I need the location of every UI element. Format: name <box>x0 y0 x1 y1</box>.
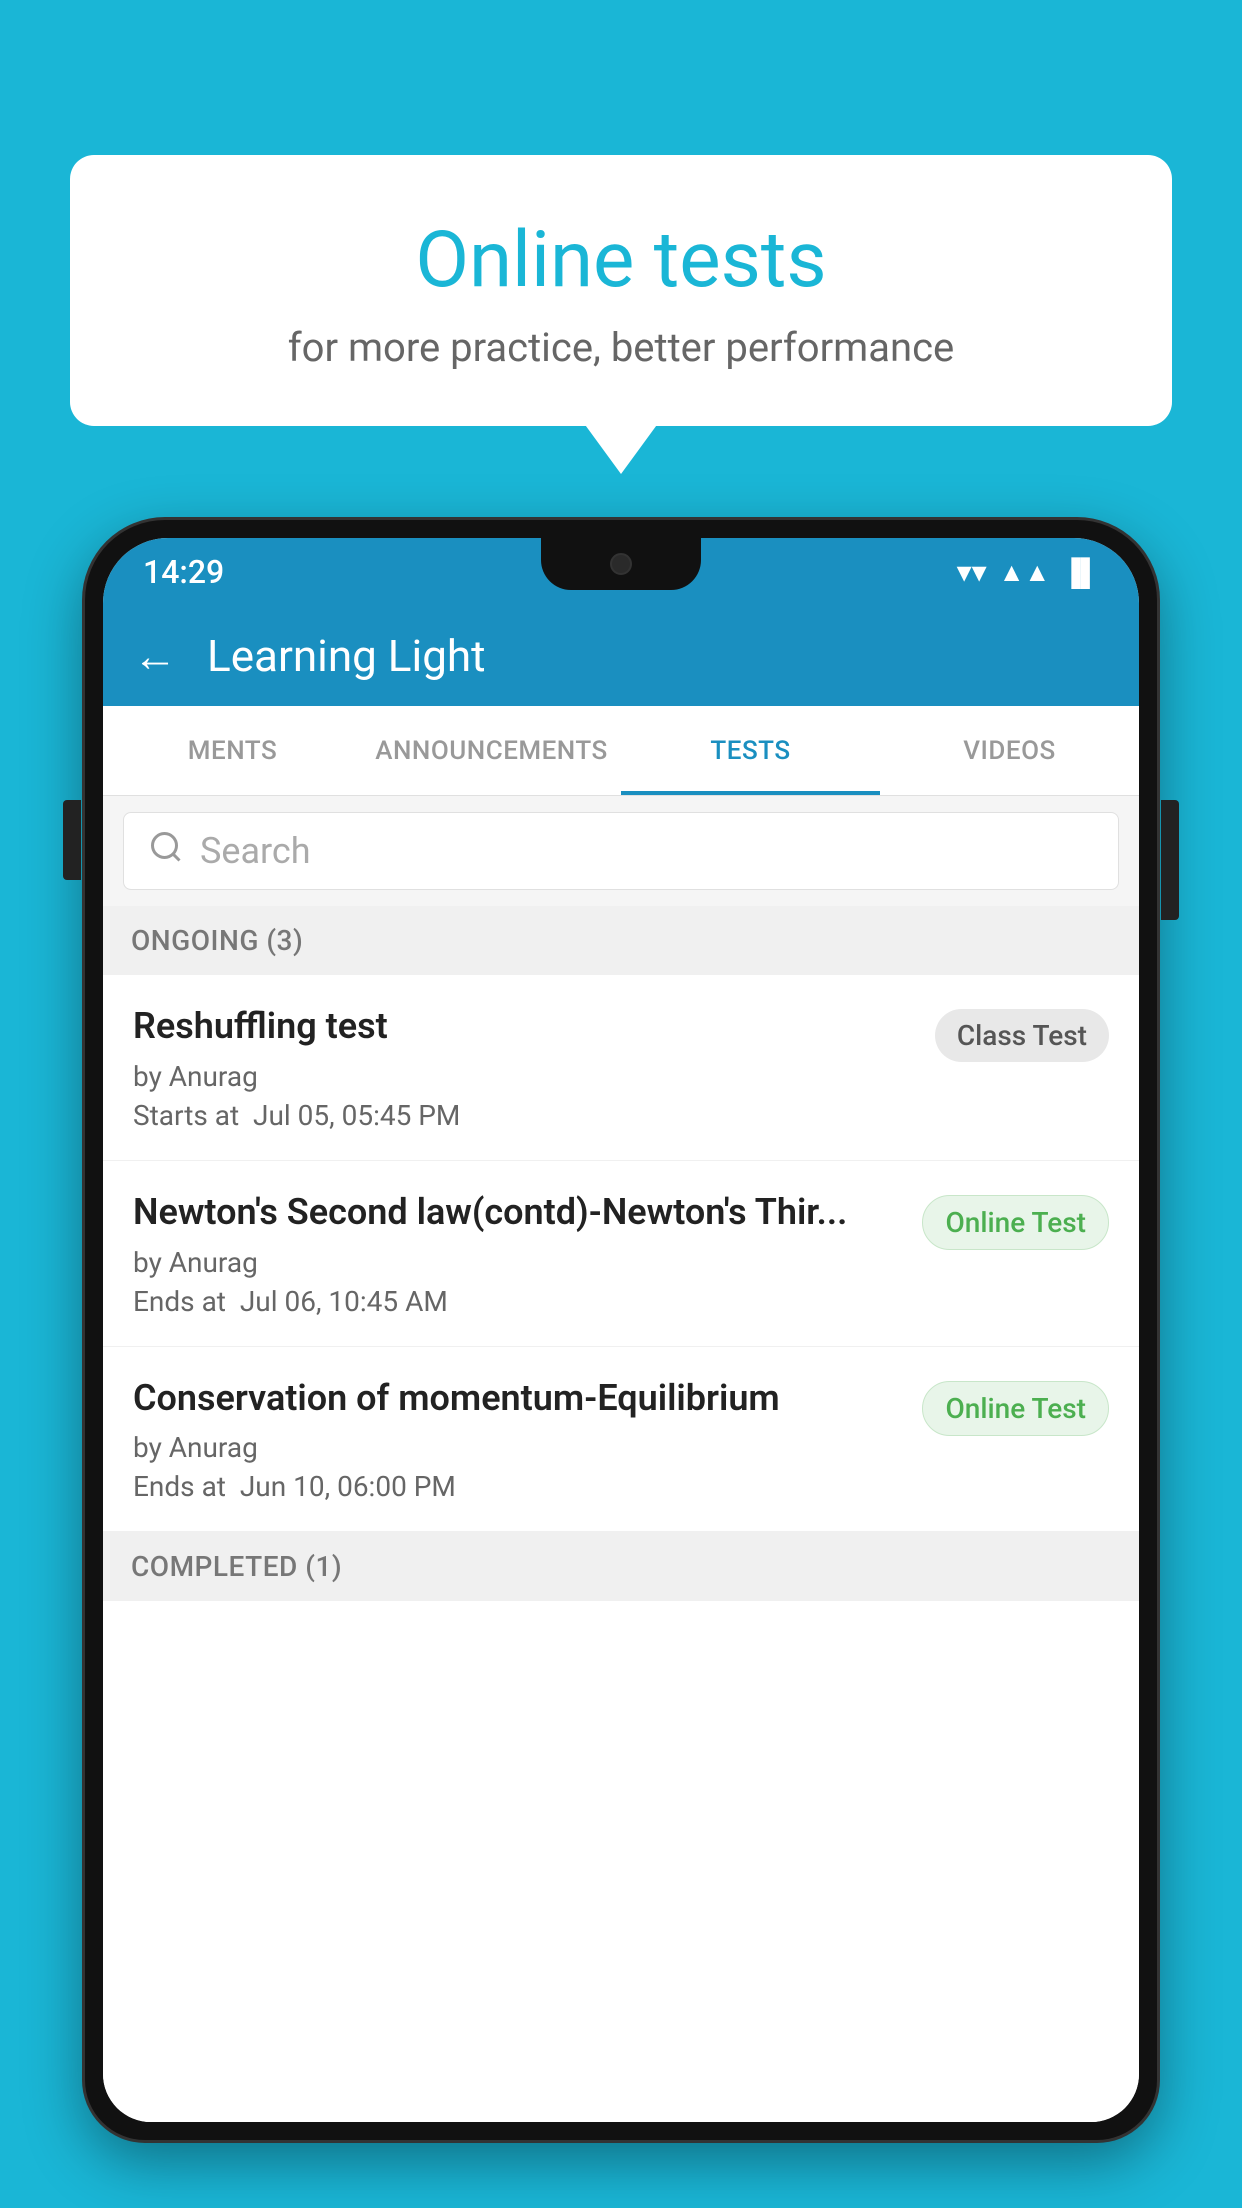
speech-bubble-container: Online tests for more practice, better p… <box>70 155 1172 426</box>
ongoing-section-header: ONGOING (3) <box>103 906 1139 975</box>
test-time-2: Ends at Jul 06, 10:45 AM <box>133 1285 902 1318</box>
tabs-container: MENTS ANNOUNCEMENTS TESTS VIDEOS <box>103 706 1139 796</box>
test-item-1[interactable]: Reshuffling test by Anurag Starts at Jul… <box>103 975 1139 1161</box>
phone-screen: 14:29 ▾▾ ▲▲ ▐▌ ← Learning Light MENTS <box>103 538 1139 2122</box>
search-bar-container: Search <box>103 796 1139 906</box>
back-button[interactable]: ← <box>133 634 177 678</box>
search-icon <box>148 829 184 874</box>
test-name-2: Newton's Second law(contd)-Newton's Thir… <box>133 1189 902 1236</box>
test-by-2: by Anurag <box>133 1246 902 1279</box>
tab-tests[interactable]: TESTS <box>621 706 880 795</box>
status-time: 14:29 <box>143 553 224 591</box>
test-time-1: Starts at Jul 05, 05:45 PM <box>133 1099 915 1132</box>
front-camera <box>610 553 632 575</box>
tab-announcements[interactable]: ANNOUNCEMENTS <box>362 706 621 795</box>
signal-icon: ▲▲ <box>999 557 1050 588</box>
bubble-title: Online tests <box>120 215 1122 306</box>
test-info-3: Conservation of momentum-Equilibrium by … <box>133 1375 902 1504</box>
test-info-1: Reshuffling test by Anurag Starts at Jul… <box>133 1003 915 1132</box>
phone-outer: 14:29 ▾▾ ▲▲ ▐▌ ← Learning Light MENTS <box>85 520 1157 2140</box>
search-bar[interactable]: Search <box>123 812 1119 890</box>
app-header-title: Learning Light <box>207 630 486 682</box>
completed-section-header: COMPLETED (1) <box>103 1532 1139 1601</box>
test-badge-2: Online Test <box>922 1195 1109 1250</box>
test-badge-3: Online Test <box>922 1381 1109 1436</box>
bubble-subtitle: for more practice, better performance <box>120 324 1122 371</box>
test-list: Reshuffling test by Anurag Starts at Jul… <box>103 975 1139 2122</box>
status-icons: ▾▾ ▲▲ ▐▌ <box>957 555 1099 590</box>
tab-videos[interactable]: VIDEOS <box>880 706 1139 795</box>
tab-ments[interactable]: MENTS <box>103 706 362 795</box>
test-info-2: Newton's Second law(contd)-Newton's Thir… <box>133 1189 902 1318</box>
wifi-icon: ▾▾ <box>957 555 987 590</box>
test-by-1: by Anurag <box>133 1060 915 1093</box>
test-name-1: Reshuffling test <box>133 1003 915 1050</box>
search-placeholder: Search <box>200 830 311 872</box>
test-badge-1: Class Test <box>935 1009 1109 1062</box>
app-header: ← Learning Light <box>103 606 1139 706</box>
speech-bubble: Online tests for more practice, better p… <box>70 155 1172 426</box>
battery-icon: ▐▌ <box>1062 557 1099 588</box>
test-by-3: by Anurag <box>133 1431 902 1464</box>
test-item-3[interactable]: Conservation of momentum-Equilibrium by … <box>103 1347 1139 1533</box>
test-name-3: Conservation of momentum-Equilibrium <box>133 1375 902 1422</box>
test-time-3: Ends at Jun 10, 06:00 PM <box>133 1470 902 1503</box>
test-item-2[interactable]: Newton's Second law(contd)-Newton's Thir… <box>103 1161 1139 1347</box>
phone-frame: 14:29 ▾▾ ▲▲ ▐▌ ← Learning Light MENTS <box>85 520 1157 2208</box>
phone-notch <box>541 538 701 590</box>
